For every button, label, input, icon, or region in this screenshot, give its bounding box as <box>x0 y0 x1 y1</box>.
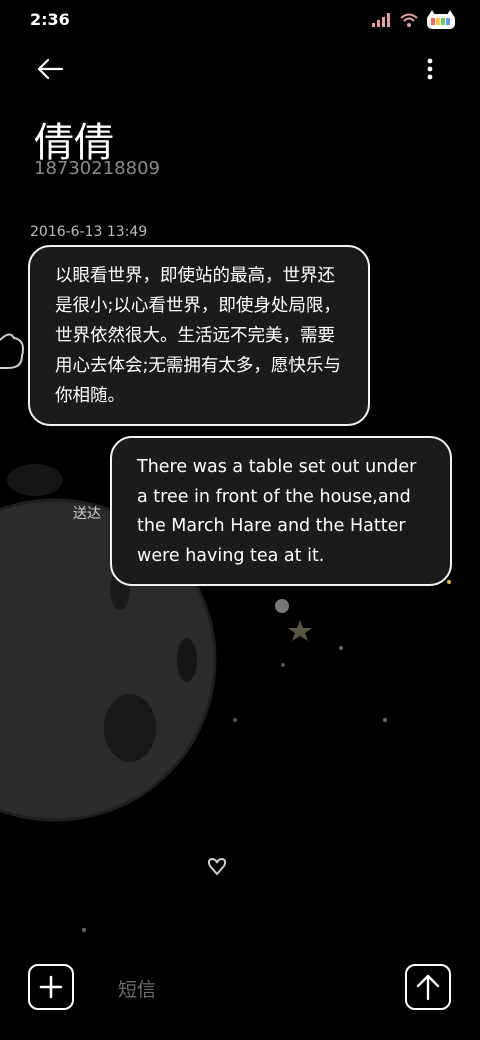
status-icons <box>372 10 456 30</box>
outgoing-message-bubble[interactable]: There was a table set out under a tree i… <box>110 436 452 586</box>
outgoing-message-text: There was a table set out under a tree i… <box>137 457 417 566</box>
incoming-message-text: 以眼看世界，即使站的最高，世界还是很小;以心看世界，即使身处局限，世界依然很大。… <box>55 266 341 406</box>
heart-icon <box>207 857 227 876</box>
add-attachment-button[interactable] <box>28 964 74 1010</box>
delivery-status: 送达 <box>73 506 101 522</box>
crescent-moon-icon <box>388 218 428 271</box>
cloud-icon <box>0 333 24 369</box>
signal-icon <box>372 13 390 27</box>
status-time: 2:36 <box>30 10 70 29</box>
add-icon <box>39 975 63 999</box>
back-arrow-icon <box>37 58 64 80</box>
incoming-message-bubble[interactable]: 以眼看世界，即使站的最高，世界还是很小;以心看世界，即使身处局限，世界依然很大。… <box>28 245 370 426</box>
more-button[interactable] <box>418 54 442 84</box>
contact-number: 18730218809 <box>34 158 160 179</box>
wifi-icon <box>400 13 418 27</box>
star-icon <box>288 620 312 641</box>
send-button[interactable] <box>405 964 451 1010</box>
message-timestamp: 2016-6-13 13:49 <box>30 224 148 240</box>
status-bar: 2:36 <box>0 0 480 40</box>
send-arrow-icon <box>416 974 440 1001</box>
cat-battery-icon <box>427 10 455 29</box>
more-vertical-icon <box>427 58 433 80</box>
message-input[interactable]: 短信 <box>118 975 156 1002</box>
back-button[interactable] <box>34 54 66 84</box>
